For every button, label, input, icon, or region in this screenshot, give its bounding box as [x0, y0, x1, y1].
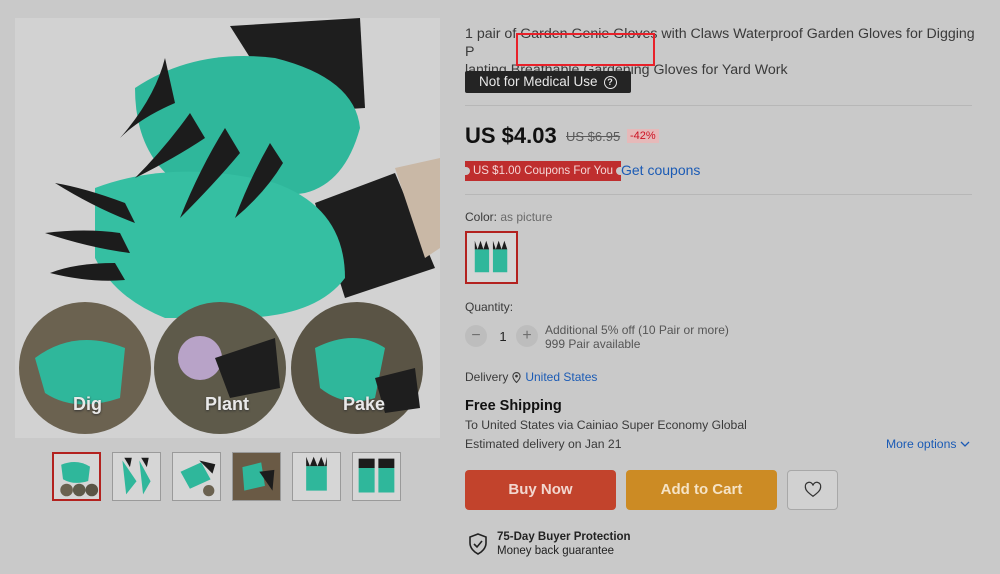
current-price: US $4.03	[465, 123, 557, 148]
thumbnail-4[interactable]	[232, 452, 281, 501]
coupon-badge: US $1.00 Coupons For You	[465, 161, 622, 181]
quantity-available: 999 Pair available	[545, 337, 641, 351]
delivery-label: Delivery	[465, 370, 509, 384]
quantity-info: Additional 5% off (10 Pair or more) 999 …	[545, 323, 729, 351]
thumbnail-5[interactable]	[292, 452, 341, 501]
main-product-image[interactable]: Dig Plant Pake	[15, 18, 440, 438]
location-pin-icon	[512, 371, 521, 383]
product-gallery: Dig Plant Pake	[0, 0, 450, 574]
gloves-swatch-image	[470, 236, 513, 279]
delivery-row: Delivery United States	[465, 370, 597, 384]
thumbnail-6[interactable]	[352, 452, 401, 501]
add-to-cart-button[interactable]: Add to Cart	[626, 470, 777, 510]
heart-icon	[804, 481, 821, 498]
thumbnail-3[interactable]	[172, 452, 221, 501]
question-icon[interactable]: ?	[603, 75, 617, 89]
buyer-protection: 75-Day Buyer Protection Money back guara…	[469, 530, 631, 558]
thumbnail-strip	[52, 452, 401, 501]
medical-use-badge: Not for Medical Use ?	[465, 71, 631, 93]
shipping-method: To United States via Cainiao Super Econo…	[465, 418, 747, 432]
caption-plant: Plant	[205, 394, 250, 414]
estimated-delivery: Estimated delivery on Jan 21	[465, 437, 622, 451]
color-value: as picture	[500, 210, 553, 224]
medical-badge-label: Not for Medical Use	[479, 74, 598, 89]
discount-badge: -42%	[627, 129, 659, 143]
more-options-link[interactable]: More options	[886, 437, 970, 451]
original-price: US $6.95	[566, 129, 621, 144]
protection-subtitle: Money back guarantee	[497, 545, 614, 557]
quantity-decrease-button[interactable]: −	[465, 325, 487, 347]
protection-title: 75-Day Buyer Protection	[497, 531, 631, 543]
delivery-location-link[interactable]: United States	[525, 370, 597, 384]
gloves-illustration	[15, 18, 440, 438]
caption-pake: Pake	[343, 394, 386, 414]
color-option-swatch[interactable]	[465, 231, 518, 284]
more-options-label: More options	[886, 437, 957, 451]
protection-text: 75-Day Buyer Protection Money back guara…	[497, 530, 631, 558]
wishlist-button[interactable]	[787, 470, 838, 510]
quantity-label: Quantity:	[465, 300, 514, 314]
free-shipping-label: Free Shipping	[465, 398, 562, 414]
quantity-increase-button[interactable]: +	[516, 325, 538, 347]
caption-dig: Dig	[73, 394, 102, 414]
shield-check-icon	[469, 533, 487, 555]
color-label-text: Color:	[465, 210, 498, 224]
divider	[465, 105, 972, 106]
get-coupons-link[interactable]: Get coupons	[621, 162, 700, 178]
color-label: Color: as picture	[465, 210, 552, 224]
thumbnail-1[interactable]	[52, 452, 101, 501]
divider	[465, 194, 972, 195]
quantity-value[interactable]: 1	[498, 329, 508, 344]
chevron-down-icon	[960, 441, 970, 447]
thumbnail-2[interactable]	[112, 452, 161, 501]
buy-now-button[interactable]: Buy Now	[465, 470, 616, 510]
quantity-offer: Additional 5% off (10 Pair or more)	[545, 323, 729, 337]
highlight-box	[516, 33, 655, 66]
